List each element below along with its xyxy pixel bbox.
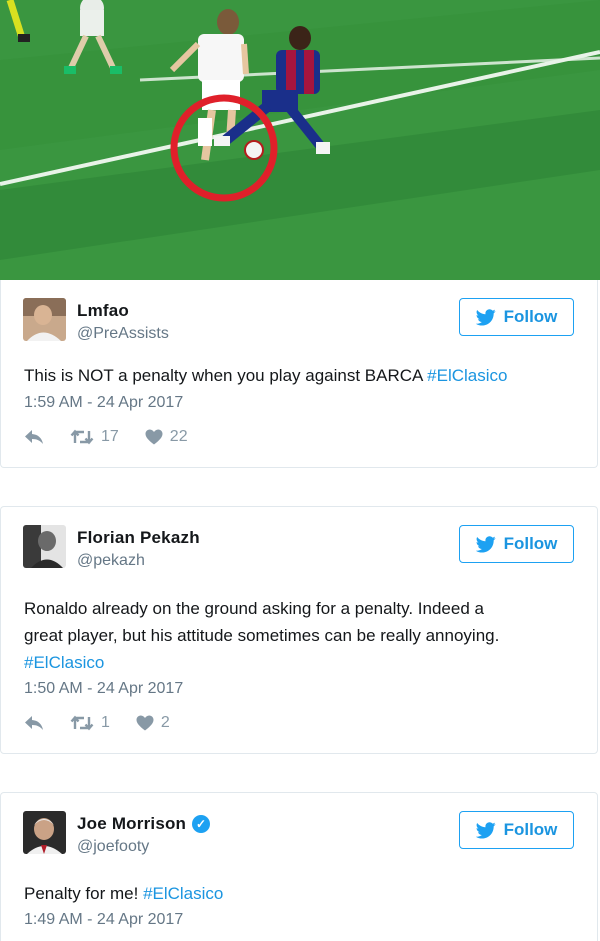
user-handle[interactable]: @joefooty	[77, 838, 149, 856]
pitch-illustration	[0, 0, 600, 280]
retweet-icon	[70, 429, 94, 445]
tweet-card: Lmfao @PreAssists Follow This is NOT a p…	[0, 280, 598, 468]
reply-icon	[24, 715, 44, 731]
follow-button[interactable]: Follow	[459, 811, 574, 849]
retweet-count: 1	[101, 714, 110, 731]
follow-label: Follow	[503, 534, 558, 553]
football	[244, 140, 264, 160]
follow-label: Follow	[503, 307, 558, 326]
display-name[interactable]: Florian Pekazh	[77, 528, 200, 548]
reply-button[interactable]	[24, 429, 44, 445]
user-handle[interactable]: @pekazh	[77, 552, 145, 570]
heart-icon	[136, 715, 154, 731]
retweet-icon	[70, 715, 94, 731]
avatar[interactable]	[23, 811, 66, 854]
tweet-card: Florian Pekazh @pekazh Follow Ronaldo al…	[0, 506, 598, 754]
reply-icon	[24, 429, 44, 445]
user-handle[interactable]: @PreAssists	[77, 325, 169, 343]
retweet-button[interactable]: 17	[70, 428, 119, 446]
hashtag-link[interactable]: #ElClasico	[427, 366, 507, 385]
verified-badge-icon: ✓	[192, 815, 211, 833]
follow-button[interactable]: Follow	[459, 298, 574, 336]
tweet-text: Ronaldo already on the ground asking for…	[24, 595, 574, 676]
heart-icon	[145, 429, 163, 445]
retweet-button[interactable]: 1	[70, 714, 110, 732]
tweet-timestamp[interactable]: 1:50 AM - 24 Apr 2017	[24, 680, 183, 698]
tweet-text: Penalty for me! #ElClasico	[24, 884, 224, 903]
display-name[interactable]: Lmfao	[77, 301, 129, 321]
tweet-card: Joe Morrison ✓ @joefooty Follow Penalty f…	[0, 792, 598, 941]
like-button[interactable]: 2	[136, 714, 170, 732]
avatar[interactable]	[23, 298, 66, 341]
match-photo	[0, 0, 600, 280]
like-count: 2	[160, 714, 170, 731]
hashtag-link[interactable]: #ElClasico	[143, 884, 223, 903]
bird-icon	[475, 821, 496, 839]
avatar[interactable]	[23, 525, 66, 568]
hashtag-link[interactable]: #ElClasico	[24, 649, 574, 676]
bird-icon	[475, 308, 496, 326]
tweet-actions: 17 22	[24, 428, 214, 446]
tweet-actions: 1 2	[24, 714, 196, 732]
tweet-timestamp[interactable]: 1:59 AM - 24 Apr 2017	[24, 394, 183, 412]
tweet-text: This is NOT a penalty when you play agai…	[24, 366, 508, 385]
like-count: 22	[169, 428, 188, 445]
like-button[interactable]: 22	[145, 428, 188, 446]
bird-icon	[475, 535, 496, 553]
follow-button[interactable]: Follow	[459, 525, 574, 563]
display-name[interactable]: Joe Morrison ✓	[77, 814, 211, 834]
retweet-count: 17	[101, 428, 119, 445]
reply-button[interactable]	[24, 715, 44, 731]
follow-label: Follow	[503, 820, 558, 839]
tweet-timestamp[interactable]: 1:49 AM - 24 Apr 2017	[24, 911, 183, 929]
